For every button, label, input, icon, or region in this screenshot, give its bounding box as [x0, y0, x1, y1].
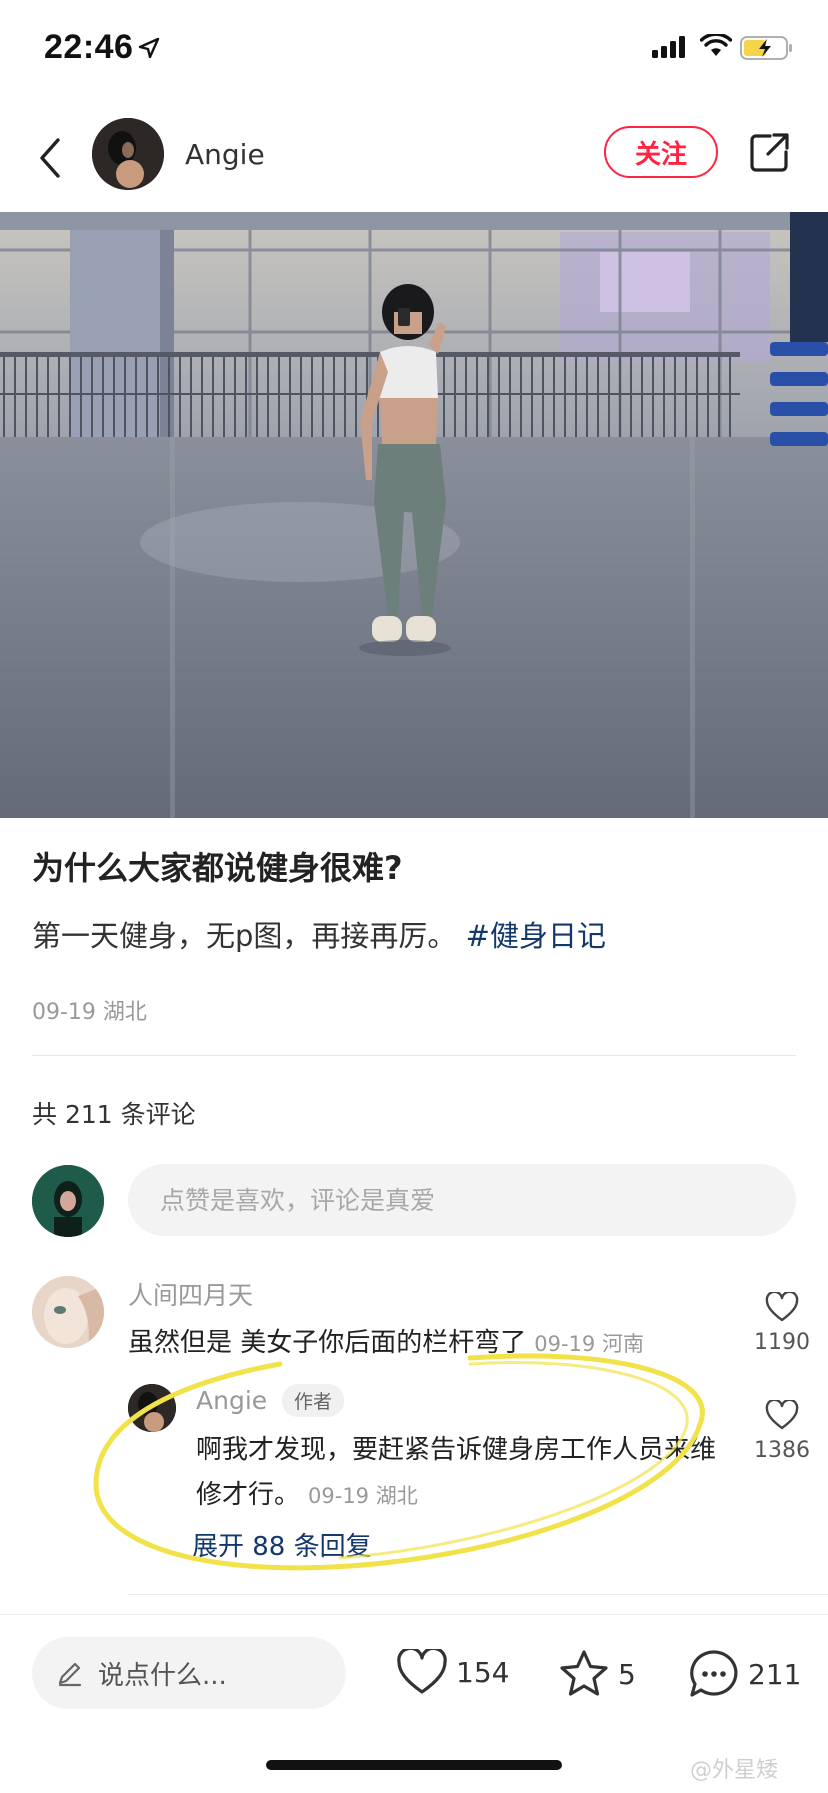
say-something-label: 说点什么... [98, 1660, 227, 1691]
home-indicator[interactable] [266, 1760, 562, 1770]
status-time: 22:46 [44, 28, 134, 66]
status-bar: 22:46 [0, 0, 828, 100]
heart-icon[interactable] [765, 1290, 799, 1322]
author-name[interactable]: Angie [185, 138, 265, 171]
comment-count: 共 211 条评论 [32, 1100, 196, 1129]
star-icon[interactable] [558, 1649, 610, 1699]
comment-like[interactable]: 1190 [742, 1290, 822, 1355]
my-avatar [32, 1165, 104, 1237]
reply-text: 啊我才发现，要赶紧告诉健身房工作人员来维修才行。 09-19 湖北 [196, 1428, 716, 1519]
post-meta: 09-19 湖北 [32, 1000, 147, 1025]
reply-like[interactable]: 1386 [742, 1398, 822, 1463]
expand-replies-link[interactable]: 展开 88 条回复 [192, 1526, 372, 1563]
author-avatar[interactable] [92, 118, 164, 190]
comment-body: 虽然但是 美女子你后面的栏杆弯了 [128, 1328, 527, 1358]
hashtag-link[interactable]: #健身日记 [466, 919, 606, 953]
reply-like-count: 1386 [754, 1438, 810, 1463]
reply-meta: 09-19 湖北 [308, 1484, 418, 1508]
author-badge: 作者 [282, 1384, 345, 1417]
say-something-input[interactable]: 说点什么... [32, 1637, 346, 1709]
signal-icon [652, 36, 685, 58]
comment-text: 虽然但是 美女子你后面的栏杆弯了 09-19 河南 [128, 1322, 644, 1359]
wifi-icon [700, 34, 732, 56]
commenter-name[interactable]: 人间四月天 [128, 1276, 253, 1312]
divider [32, 1055, 796, 1056]
comment-button[interactable]: 211 [688, 1649, 801, 1699]
like-count: 154 [456, 1655, 510, 1689]
chat-bubble-icon[interactable] [688, 1649, 740, 1699]
heart-icon[interactable] [765, 1398, 799, 1430]
divider [128, 1594, 828, 1595]
post-title: 为什么大家都说健身很难? [32, 849, 403, 887]
share-icon[interactable] [746, 128, 794, 176]
post-header: Angie 关注 [0, 108, 828, 208]
follow-button[interactable]: 关注 [604, 126, 718, 178]
reply-avatar[interactable] [128, 1384, 176, 1432]
pencil-icon [58, 1662, 82, 1687]
watermark: @外星矮 [690, 1758, 779, 1783]
commenter-avatar[interactable] [32, 1276, 104, 1348]
post-photo[interactable] [0, 212, 828, 818]
comment-total-count: 211 [748, 1657, 802, 1691]
battery-charging-icon [740, 36, 792, 60]
collect-button[interactable]: 5 [558, 1649, 636, 1699]
heart-icon[interactable] [396, 1649, 448, 1695]
comment-input[interactable] [128, 1164, 796, 1236]
comment-meta: 09-19 河南 [534, 1332, 644, 1356]
like-button[interactable]: 154 [396, 1649, 509, 1695]
location-arrow-icon [138, 37, 160, 59]
reply-author-name[interactable]: Angie [196, 1386, 267, 1415]
reply-body: 啊我才发现，要赶紧告诉健身房工作人员来维修才行。 [196, 1435, 717, 1510]
post-body-text: 第一天健身，无p图，再接再厉。 [32, 919, 457, 953]
comment-like-count: 1190 [754, 1330, 810, 1355]
post-body: 第一天健身，无p图，再接再厉。 #健身日记 [32, 913, 606, 955]
back-icon[interactable] [30, 130, 70, 186]
collect-count: 5 [618, 1657, 636, 1691]
